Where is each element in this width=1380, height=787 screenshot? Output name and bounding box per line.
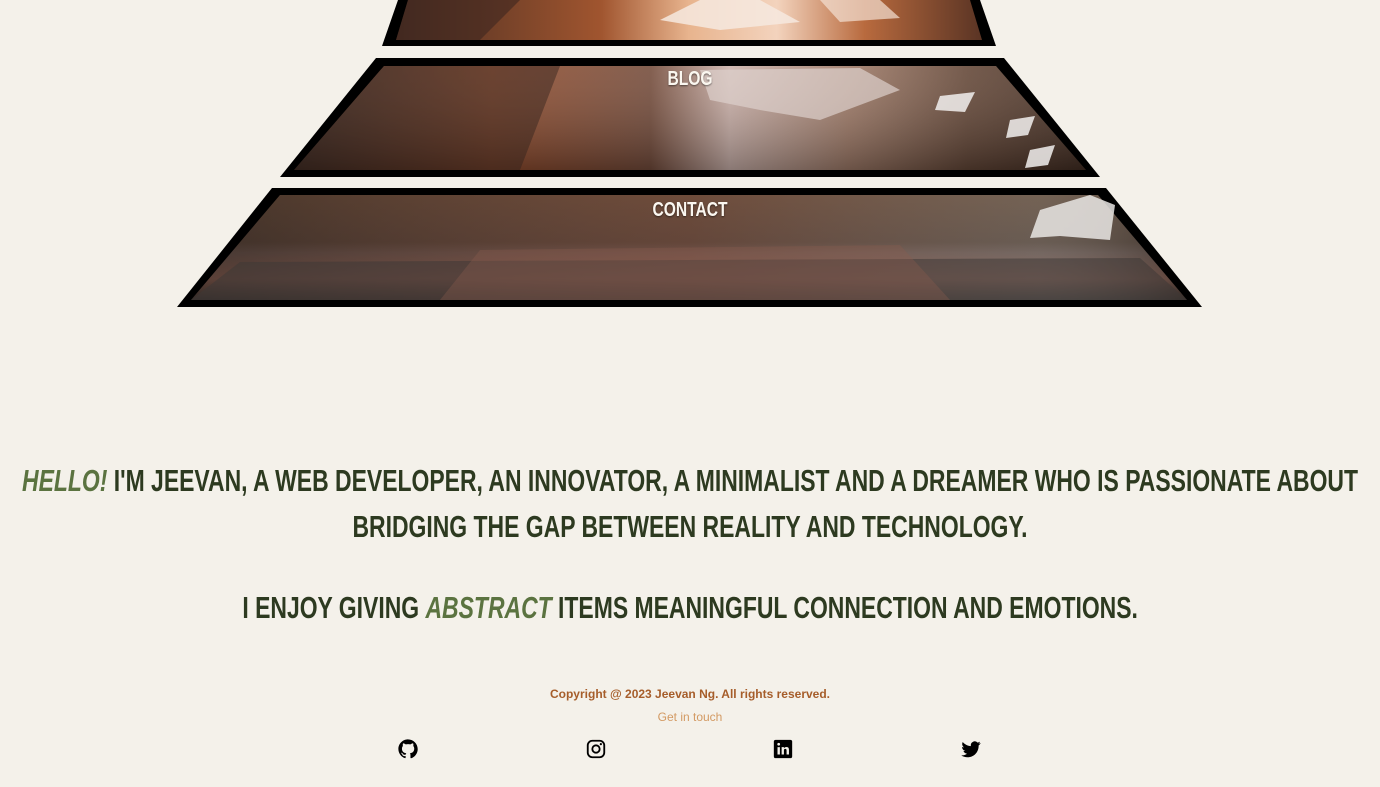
- nav-blog-link[interactable]: BLOG: [612, 68, 768, 91]
- tagline-after: ITEMS MEANINGFUL CONNECTION AND EMOTIONS…: [551, 590, 1138, 625]
- intro-paragraph: HELLO! I'M JEEVAN, A WEB DEVELOPER, AN I…: [10, 458, 1370, 550]
- linkedin-link[interactable]: [772, 738, 794, 760]
- instagram-link[interactable]: [585, 738, 607, 760]
- copyright-text: Copyright @ 2023 Jeevan Ng. All rights r…: [549, 687, 831, 701]
- linkedin-icon: [773, 739, 793, 759]
- tagline-paragraph: I ENJOY GIVING ABSTRACT ITEMS MEANINGFUL…: [10, 585, 1370, 631]
- get-in-touch-link[interactable]: Get in touch: [658, 710, 723, 724]
- twitter-icon: [961, 741, 981, 758]
- tagline-before: I ENJOY GIVING: [242, 590, 426, 625]
- abstract-accent: ABSTRACT: [425, 590, 552, 625]
- nav-tier-top[interactable]: [382, 0, 996, 46]
- get-in-touch: Get in touch: [0, 710, 1380, 724]
- github-link[interactable]: [397, 738, 419, 760]
- instagram-icon: [586, 739, 606, 759]
- intro-text: I'M JEEVAN, A WEB DEVELOPER, AN INNOVATO…: [107, 463, 1359, 544]
- pyramid-nav: [177, 0, 1202, 307]
- nav-contact-link[interactable]: CONTACT: [612, 199, 768, 222]
- page: BLOG CONTACT HELLO! I'M JEEVAN, A WEB DE…: [0, 0, 1380, 787]
- hello-accent: HELLO!: [21, 463, 108, 498]
- github-icon: [398, 739, 418, 759]
- twitter-link[interactable]: [960, 738, 982, 760]
